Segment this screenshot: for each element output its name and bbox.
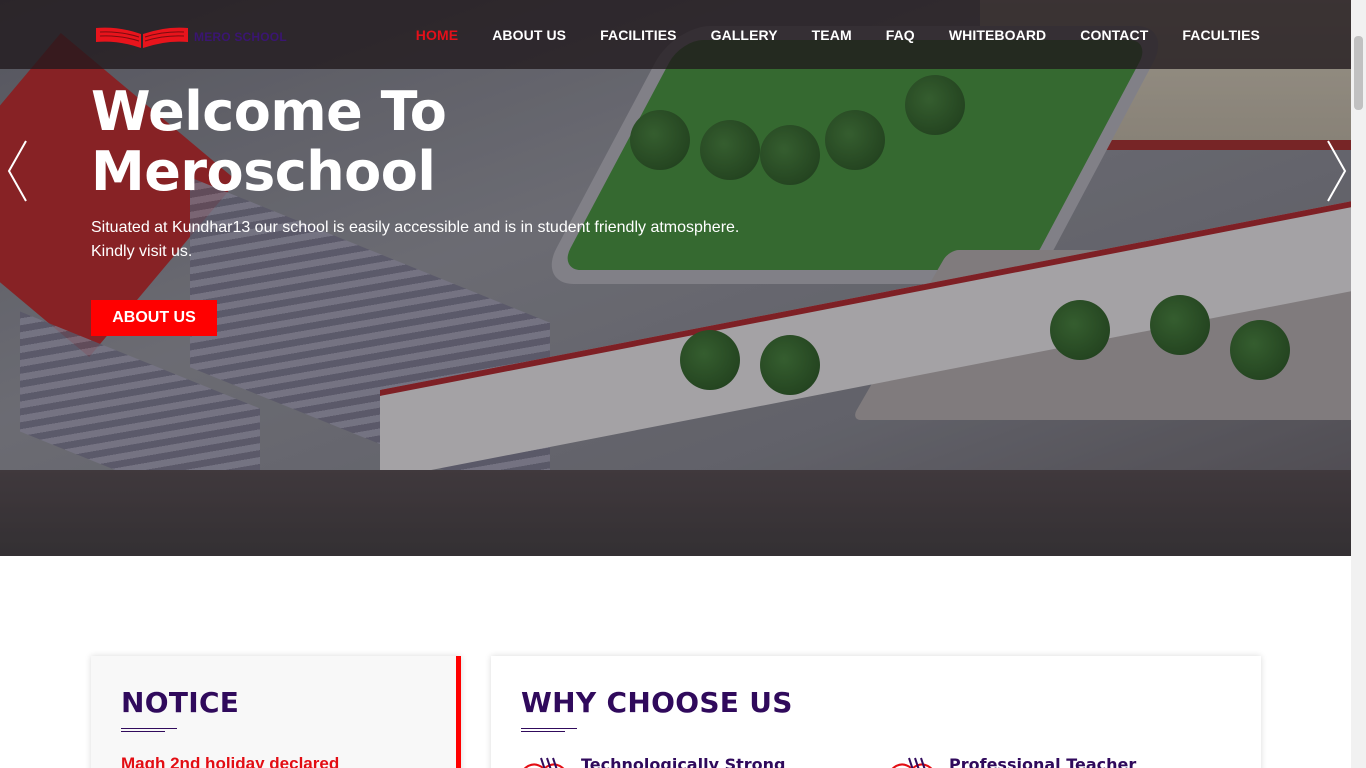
feature-item: Technologically Strong xyxy=(521,754,785,768)
feature-label: Technologically Strong xyxy=(581,754,786,768)
nav-team[interactable]: TEAM xyxy=(812,27,852,43)
title-underline xyxy=(521,728,577,733)
prev-arrow-icon[interactable] xyxy=(6,138,32,204)
logo-book-icon xyxy=(96,27,188,48)
site-logo[interactable]: MERO SCHOOL xyxy=(94,24,294,50)
nav-home[interactable]: HOME xyxy=(416,27,458,43)
main-nav: HOME ABOUT US FACILITIES GALLERY TEAM FA… xyxy=(382,0,1260,69)
hero-title-line1: Welcome To xyxy=(91,80,447,143)
next-arrow-icon[interactable] xyxy=(1322,138,1348,204)
feature-icon xyxy=(891,757,933,768)
nav-whiteboard[interactable]: WHITEBOARD xyxy=(949,27,1046,43)
about-us-button[interactable]: ABOUT US xyxy=(91,300,217,336)
title-underline xyxy=(121,728,177,733)
feature-label: Professional Teacher xyxy=(949,754,1137,768)
why-choose-title: WHY CHOOSE US xyxy=(521,686,793,719)
page-scrollbar[interactable] xyxy=(1351,0,1366,768)
hero-title: Welcome To Meroschool xyxy=(91,82,611,202)
nav-about-us[interactable]: ABOUT US xyxy=(492,27,566,43)
hero-subtitle: Situated at Kundhar13 our school is easi… xyxy=(91,219,740,260)
hero-content: Welcome To Meroschool Situated at Kundha… xyxy=(91,82,771,264)
site-header: MERO SCHOOL HOME ABOUT US FACILITIES GAL… xyxy=(0,0,1351,69)
nav-gallery[interactable]: GALLERY xyxy=(711,27,778,43)
logo-text: MERO SCHOOL xyxy=(194,30,287,44)
why-choose-card: WHY CHOOSE US Technologically Strong Pro… xyxy=(491,656,1261,768)
hero-title-line2: Meroschool xyxy=(91,140,436,203)
nav-faculties[interactable]: FACULTIES xyxy=(1182,27,1260,43)
notice-title: NOTICE xyxy=(121,686,240,719)
notice-card: NOTICE Magh 2nd holiday declared xyxy=(91,656,461,768)
nav-faq[interactable]: FAQ xyxy=(886,27,915,43)
feature-icon xyxy=(523,757,565,768)
nav-facilities[interactable]: FACILITIES xyxy=(600,27,676,43)
nav-contact[interactable]: CONTACT xyxy=(1080,27,1148,43)
feature-item: Professional Teacher xyxy=(889,754,1136,768)
scrollbar-thumb[interactable] xyxy=(1354,36,1363,110)
notice-item[interactable]: Magh 2nd holiday declared xyxy=(121,754,339,768)
